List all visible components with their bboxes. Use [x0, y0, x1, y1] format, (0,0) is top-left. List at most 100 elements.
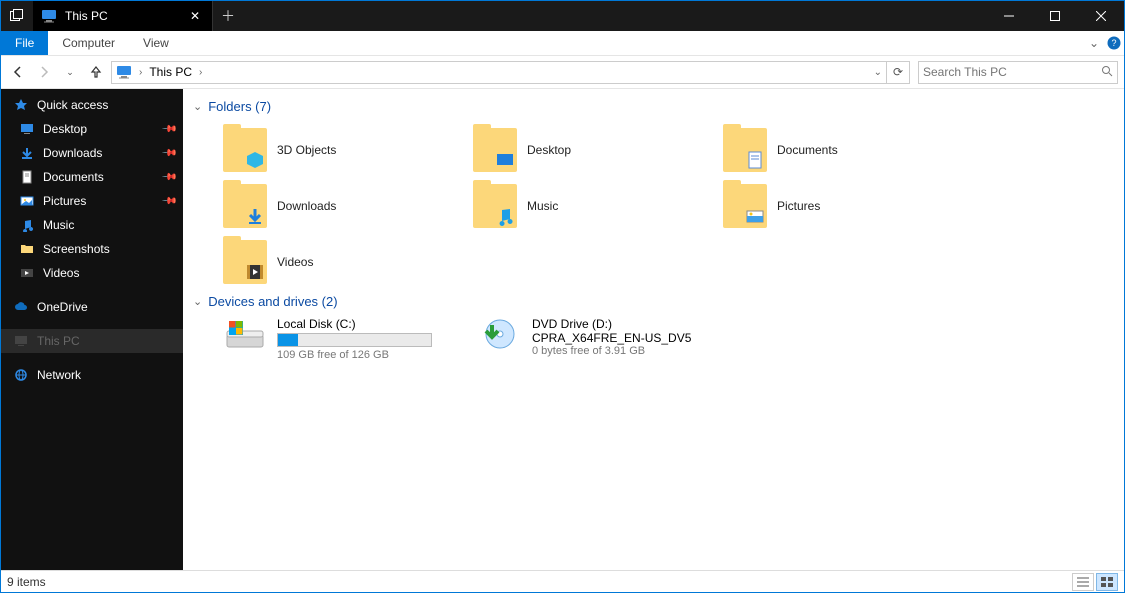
- view-menu[interactable]: View: [129, 31, 183, 55]
- folder-music[interactable]: Music: [473, 178, 723, 234]
- drive-local-c[interactable]: Local Disk (C:) 109 GB free of 126 GB: [183, 317, 438, 361]
- content-body: Quick access Desktop 📌 Downloads 📌 Docum…: [1, 89, 1124, 570]
- breadcrumb[interactable]: › This PC › ⌄: [111, 61, 887, 84]
- video-icon: [19, 265, 35, 281]
- sidebar-item-label: Music: [43, 218, 74, 232]
- sidebar-network[interactable]: Network: [1, 363, 183, 387]
- minimize-button[interactable]: [986, 1, 1032, 31]
- icons-view-button[interactable]: [1096, 573, 1118, 591]
- breadcrumb-item[interactable]: This PC: [149, 65, 192, 79]
- sidebar-item-screenshots[interactable]: Screenshots: [1, 237, 183, 261]
- svg-text:?: ?: [1111, 38, 1116, 48]
- sidebar-thispc[interactable]: This PC: [1, 329, 183, 353]
- item-label: Music: [527, 199, 558, 213]
- sidebar-item-documents[interactable]: Documents 📌: [1, 165, 183, 189]
- item-label: Documents: [777, 143, 838, 157]
- refresh-button[interactable]: ⟳: [887, 61, 910, 84]
- search-icon: [1101, 65, 1113, 80]
- ribbon-expand-button[interactable]: ⌄: [1084, 31, 1104, 55]
- drive-free-text: 0 bytes free of 3.91 GB: [532, 345, 693, 357]
- search-input[interactable]: [923, 65, 1101, 79]
- sidebar-item-videos[interactable]: Videos: [1, 261, 183, 285]
- folder-videos[interactable]: Videos: [223, 234, 473, 290]
- cloud-icon: [13, 299, 29, 315]
- sidebar-item-label: This PC: [37, 334, 80, 348]
- help-button[interactable]: ?: [1104, 31, 1124, 55]
- sidebar-item-label: Downloads: [43, 146, 102, 160]
- status-bar: 9 items: [1, 570, 1124, 592]
- computer-menu[interactable]: Computer: [48, 31, 129, 55]
- sidebar-item-desktop[interactable]: Desktop 📌: [1, 117, 183, 141]
- drive-dvd-d[interactable]: DVD Drive (D:) CPRA_X64FRE_EN-US_DV5 0 b…: [438, 317, 693, 361]
- sidebar-item-label: Screenshots: [43, 242, 110, 256]
- sidebar-item-downloads[interactable]: Downloads 📌: [1, 141, 183, 165]
- folder-documents[interactable]: Documents: [723, 122, 973, 178]
- group-title: Folders (7): [208, 99, 271, 114]
- tab-close-button[interactable]: ✕: [186, 9, 204, 23]
- music-icon: [19, 217, 35, 233]
- document-icon: [19, 169, 35, 185]
- pictures-icon: [19, 193, 35, 209]
- item-label: Downloads: [277, 199, 336, 213]
- details-view-button[interactable]: [1072, 573, 1094, 591]
- sidebar-item-music[interactable]: Music: [1, 213, 183, 237]
- sidebar-item-label: Quick access: [37, 98, 108, 112]
- file-menu[interactable]: File: [1, 31, 48, 55]
- folder-icon: [19, 241, 35, 257]
- window-tab[interactable]: This PC ✕: [33, 1, 213, 31]
- dvd-icon: [478, 317, 522, 351]
- folder-3dobjects[interactable]: 3D Objects: [223, 122, 473, 178]
- address-bar: ⌄ › This PC › ⌄ ⟳: [1, 56, 1124, 89]
- multitask-button[interactable]: [1, 1, 33, 31]
- drives-grid: Local Disk (C:) 109 GB free of 126 GB DV…: [183, 317, 1114, 371]
- close-button[interactable]: [1078, 1, 1124, 31]
- pin-icon: 📌: [160, 145, 177, 162]
- chevron-down-icon: ⌄: [193, 100, 202, 113]
- drive-label: DVD Drive (D:): [532, 317, 693, 331]
- up-button[interactable]: [85, 61, 107, 83]
- back-button[interactable]: [7, 61, 29, 83]
- folder-downloads[interactable]: Downloads: [223, 178, 473, 234]
- item-label: 3D Objects: [277, 143, 336, 157]
- navigation-pane[interactable]: Quick access Desktop 📌 Downloads 📌 Docum…: [1, 89, 183, 570]
- folder-icon: [723, 184, 767, 228]
- chevron-right-icon[interactable]: ›: [136, 67, 145, 78]
- breadcrumb-dropdown[interactable]: ⌄: [874, 67, 882, 78]
- sidebar-item-label: Desktop: [43, 122, 87, 136]
- tab-title: This PC: [65, 9, 108, 23]
- main-pane[interactable]: ⌄ Folders (7) 3D Objects Desktop Documen…: [183, 89, 1124, 570]
- item-label: Videos: [277, 255, 313, 269]
- folder-desktop[interactable]: Desktop: [473, 122, 723, 178]
- folder-icon: [473, 184, 517, 228]
- thispc-icon: [41, 8, 57, 24]
- sidebar-item-pictures[interactable]: Pictures 📌: [1, 189, 183, 213]
- desktop-icon: [19, 121, 35, 137]
- download-icon: [19, 145, 35, 161]
- group-title: Devices and drives (2): [208, 294, 337, 309]
- maximize-button[interactable]: [1032, 1, 1078, 31]
- folder-pictures[interactable]: Pictures: [723, 178, 973, 234]
- item-label: Desktop: [527, 143, 571, 157]
- chevron-right-icon[interactable]: ›: [196, 67, 205, 78]
- status-text: 9 items: [7, 575, 46, 589]
- folder-icon: [473, 128, 517, 172]
- sidebar-onedrive[interactable]: OneDrive: [1, 295, 183, 319]
- sidebar-item-label: Documents: [43, 170, 104, 184]
- drives-group-header[interactable]: ⌄ Devices and drives (2): [183, 290, 1114, 317]
- item-label: Pictures: [777, 199, 820, 213]
- search-box[interactable]: [918, 61, 1118, 84]
- folder-icon: [723, 128, 767, 172]
- pin-icon: 📌: [160, 169, 177, 186]
- sidebar-item-label: OneDrive: [37, 300, 88, 314]
- folders-group-header[interactable]: ⌄ Folders (7): [183, 95, 1114, 122]
- sidebar-item-label: Videos: [43, 266, 79, 280]
- recent-locations-button[interactable]: ⌄: [59, 61, 81, 83]
- star-icon: [13, 97, 29, 113]
- hdd-icon: [223, 317, 267, 351]
- network-icon: [13, 367, 29, 383]
- forward-button[interactable]: [33, 61, 55, 83]
- new-tab-button[interactable]: ＋: [213, 6, 243, 26]
- sidebar-quick-access[interactable]: Quick access: [1, 93, 183, 117]
- folders-grid: 3D Objects Desktop Documents Downloads M…: [183, 122, 1114, 290]
- drive-label: Local Disk (C:): [277, 317, 438, 331]
